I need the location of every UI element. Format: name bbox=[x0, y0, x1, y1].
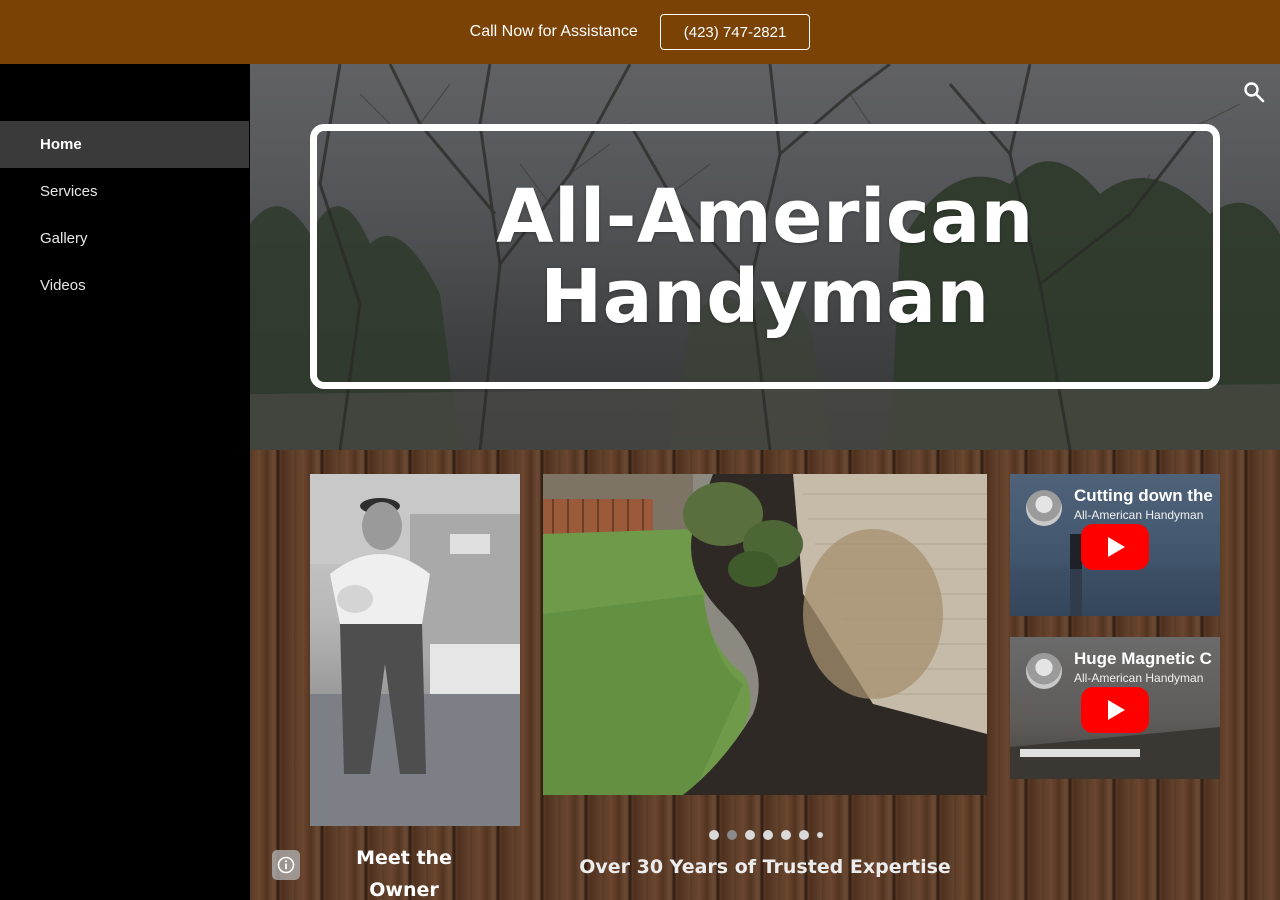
carousel-dot[interactable] bbox=[817, 832, 823, 838]
video-embed-1[interactable]: Cutting down the All-American Handyman bbox=[1010, 474, 1220, 616]
video-channel: All-American Handyman bbox=[1074, 671, 1204, 685]
carousel-dot[interactable] bbox=[709, 830, 719, 840]
video-title: Cutting down the bbox=[1074, 486, 1213, 505]
hero-section: All-American Handyman bbox=[250, 64, 1280, 450]
carousel-indicators bbox=[709, 830, 823, 840]
site-title-frame: All-American Handyman bbox=[310, 124, 1220, 389]
top-banner: Call Now for Assistance (423) 747-2821 bbox=[0, 0, 1280, 64]
call-phone-button[interactable]: (423) 747-2821 bbox=[659, 14, 811, 50]
owner-photo bbox=[310, 474, 520, 826]
play-icon[interactable] bbox=[1081, 524, 1149, 570]
carousel-dot[interactable] bbox=[745, 830, 755, 840]
sidebar-nav: Home Services Gallery Videos bbox=[0, 121, 249, 309]
channel-avatar bbox=[1026, 490, 1062, 526]
content-section: Meet the Owner Over 30 Years of Trusted … bbox=[250, 450, 1280, 900]
carousel-dot[interactable] bbox=[763, 830, 773, 840]
carousel-slide-image[interactable] bbox=[543, 474, 987, 795]
sidebar: Home Services Gallery Videos bbox=[0, 64, 249, 900]
sidebar-item-services[interactable]: Services bbox=[0, 168, 249, 215]
tagline: Over 30 Years of Trusted Expertise bbox=[579, 856, 951, 878]
video-channel: All-American Handyman bbox=[1074, 508, 1204, 522]
video-title: Huge Magnetic C bbox=[1074, 649, 1212, 668]
play-icon[interactable] bbox=[1081, 687, 1149, 733]
carousel-dot-active[interactable] bbox=[727, 830, 737, 840]
sidebar-item-videos[interactable]: Videos bbox=[0, 262, 249, 309]
banner-text: Call Now for Assistance bbox=[469, 23, 638, 40]
carousel-dot[interactable] bbox=[781, 830, 791, 840]
channel-avatar bbox=[1026, 653, 1062, 689]
carousel-dot[interactable] bbox=[799, 830, 809, 840]
search-icon[interactable] bbox=[1242, 80, 1266, 104]
site-title: All-American Handyman bbox=[496, 173, 1034, 340]
video-embed-2[interactable]: Huge Magnetic C All-American Handyman bbox=[1010, 637, 1220, 779]
meet-owner-heading: Meet the Owner bbox=[356, 847, 452, 900]
info-icon[interactable] bbox=[272, 850, 300, 880]
sidebar-item-home[interactable]: Home bbox=[0, 121, 249, 168]
sidebar-item-gallery[interactable]: Gallery bbox=[0, 215, 249, 262]
